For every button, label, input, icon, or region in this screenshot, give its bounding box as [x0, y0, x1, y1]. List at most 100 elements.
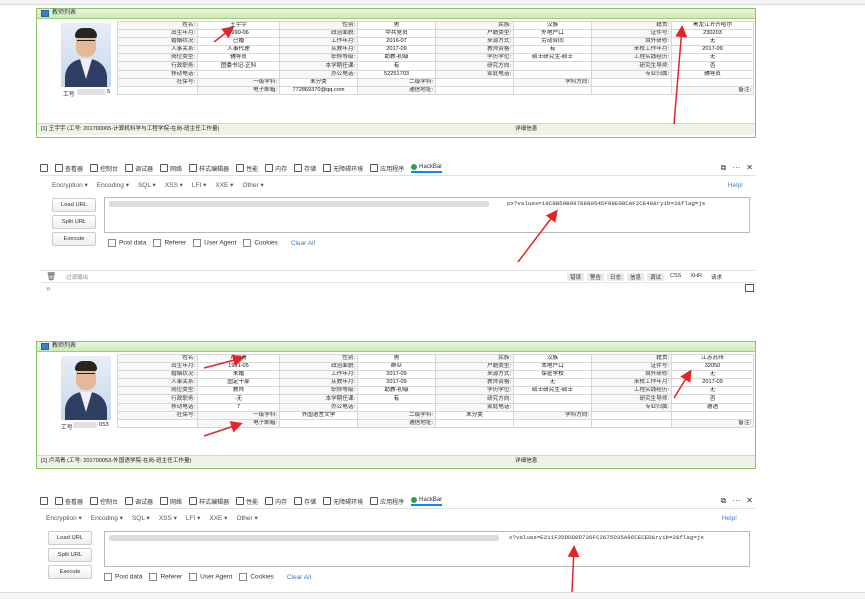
hackbar-menu-2: Encryption ▾ Encoding ▾ SQL ▾ XSS ▾ LFI ▾ XXE… [46, 512, 746, 524]
hackbar-menu-item[interactable]: Other ▾ [242, 181, 263, 189]
option-checkbox[interactable]: Cookies [239, 573, 274, 581]
checkbox-box[interactable] [239, 573, 248, 581]
execute-button[interactable]: Execute [48, 565, 92, 579]
url-textarea[interactable]: px?values=19C8B50B9978880545F08E08CAF2CE… [104, 197, 750, 233]
devtools-tab[interactable]: 应用程序 [370, 164, 404, 173]
hackbar-menu-item[interactable]: Encoding ▾ [91, 514, 123, 522]
help-link[interactable]: Help! [728, 182, 743, 189]
devtools-tab[interactable]: 性能 [236, 164, 258, 173]
field-value [197, 69, 280, 79]
console-extra-toggle[interactable]: CSS [667, 273, 684, 281]
hackbar-menu-item[interactable]: SQL ▾ [132, 514, 150, 522]
load-url-button[interactable]: Load URL [52, 198, 96, 212]
hackbar-menu-item[interactable]: SQL ▾ [138, 181, 156, 189]
trash-icon[interactable]: 🗑 [46, 272, 56, 281]
field-value [513, 402, 592, 412]
option-checkbox[interactable]: Post data [108, 239, 146, 247]
console-extra-toggle[interactable]: XHR [687, 273, 705, 281]
option-checkbox[interactable]: Referer [149, 573, 182, 581]
info-row: 人事关系: 固定干部 从教年月: 2017-09 教师资格: 无来校工作年月: 2017-0… [117, 378, 754, 388]
console-prompt[interactable]: » [46, 284, 50, 293]
console-level-toggle[interactable]: 调试 [647, 272, 665, 281]
devtools-tab[interactable]: 查看器 [55, 164, 83, 173]
field-value: 772869370@qq.com [279, 85, 358, 95]
checkbox-box[interactable] [189, 573, 198, 581]
hackbar-menu-item[interactable]: XXE ▾ [215, 181, 233, 189]
checkbox-box[interactable] [108, 239, 116, 247]
field-label: 户籍类型: [435, 29, 514, 39]
devtools-tab[interactable]: 存储 [294, 497, 316, 506]
window-control-button[interactable]: ··· [732, 496, 740, 506]
checkbox-box[interactable] [153, 239, 162, 247]
console-level-toggle[interactable]: 警告 [586, 272, 604, 281]
hackbar-menu-item[interactable]: XSS ▾ [159, 514, 177, 522]
load-url-button[interactable]: Load URL [48, 531, 92, 545]
execute-button[interactable]: Execute [52, 232, 96, 246]
detail-link[interactable]: 详细信息 [515, 456, 537, 467]
checkbox-label: Post data [115, 573, 143, 581]
checkbox-box[interactable] [243, 239, 252, 247]
devtools-tab[interactable]: 无障碍环境 [323, 497, 363, 506]
console-level-toggle[interactable]: 错误 [566, 272, 584, 281]
devtools-tab[interactable]: 样式编辑器 [189, 164, 229, 173]
devtools-tab[interactable]: 内存 [265, 164, 287, 173]
field-label: 备注: [671, 85, 754, 95]
console-level-toggle[interactable]: 日志 [607, 272, 625, 281]
window-control-button[interactable]: ⧉ [721, 496, 727, 506]
devtools-tab[interactable]: 查看器 [55, 497, 83, 506]
checkbox-box[interactable] [149, 573, 158, 581]
devtools-tab[interactable]: 存储 [294, 164, 316, 173]
window-control-button[interactable]: ··· [732, 163, 740, 173]
devtools-tab[interactable]: 样式编辑器 [189, 497, 229, 506]
console-extra-toggle[interactable]: 请求 [708, 273, 725, 281]
clear-all-link[interactable]: Clear All [287, 574, 311, 581]
devtools-tab[interactable]: 内存 [265, 497, 287, 506]
option-checkbox[interactable]: User Agent [189, 573, 232, 581]
console-level-toggle[interactable]: 信息 [627, 272, 645, 281]
devtools-tab[interactable]: 应用程序 [370, 497, 404, 506]
hackbar-menu-item[interactable]: LFI ▾ [186, 514, 200, 522]
option-checkbox[interactable]: Post data [104, 573, 142, 581]
devtools-tab[interactable]: 性能 [236, 497, 258, 506]
checkbox-label: Referer [160, 573, 183, 581]
help-link[interactable]: Help! [722, 515, 737, 522]
devtools-tab[interactable]: 网络 [160, 497, 182, 506]
url-textarea[interactable]: x?values=E211F2DDDD0D736FC2675D35A96CECE… [104, 531, 750, 567]
hackbar-menu-item[interactable]: LFI ▾ [192, 181, 206, 189]
devtools-tab-label: 调试器 [135, 166, 154, 173]
devtools-tab[interactable]: 控制台 [90, 497, 118, 506]
devtools-tab[interactable]: 无障碍环境 [323, 164, 363, 173]
devtools-tab[interactable]: 控制台 [90, 164, 118, 173]
field-label: 岗位类型: [117, 53, 198, 63]
field-value: 辅导员 [197, 53, 280, 63]
checkbox-box[interactable] [193, 239, 202, 247]
window-control-button[interactable]: ⧉ [721, 163, 727, 173]
devtools-tab[interactable]: 调试器 [125, 164, 153, 173]
split-url-button[interactable]: Split URL [52, 215, 96, 229]
info-row: 姓名: 王宇宇 性别: 男民族: 汉族 籍贯: 黑龙江齐齐哈尔 [117, 20, 754, 31]
hackbar-menu-item[interactable]: Encryption ▾ [52, 181, 88, 189]
detail-link[interactable]: 详细信息 [515, 124, 537, 135]
filter-input[interactable]: 过滤输出 [66, 273, 88, 281]
option-checkbox[interactable]: User Agent [193, 239, 236, 247]
split-console-icon[interactable] [745, 284, 754, 292]
element-picker-icon[interactable] [40, 497, 48, 505]
window-control-button[interactable]: ✕ [746, 496, 753, 506]
hackbar-menu-item[interactable]: XSS ▾ [165, 181, 183, 189]
devtools-tab[interactable]: 调试器 [125, 497, 153, 506]
checkbox-box[interactable] [104, 573, 112, 581]
devtools-tab[interactable]: HackBar [411, 496, 443, 506]
devtools-tab[interactable]: HackBar [411, 163, 443, 173]
window-control-button[interactable]: ✕ [746, 163, 753, 173]
devtools-tab[interactable]: 网络 [160, 164, 182, 173]
hackbar-menu-item[interactable]: Encryption ▾ [46, 514, 82, 522]
field-label: 电子邮箱: [197, 85, 280, 95]
option-checkbox[interactable]: Referer [153, 239, 186, 247]
hackbar-menu-item[interactable]: XXE ▾ [209, 514, 227, 522]
split-url-button[interactable]: Split URL [48, 548, 92, 562]
hackbar-menu-item[interactable]: Encoding ▾ [97, 181, 129, 189]
hackbar-menu-item[interactable]: Other ▾ [236, 514, 257, 522]
option-checkbox[interactable]: Cookies [243, 239, 278, 247]
element-picker-icon[interactable] [40, 164, 48, 172]
clear-all-link[interactable]: Clear All [291, 240, 315, 247]
